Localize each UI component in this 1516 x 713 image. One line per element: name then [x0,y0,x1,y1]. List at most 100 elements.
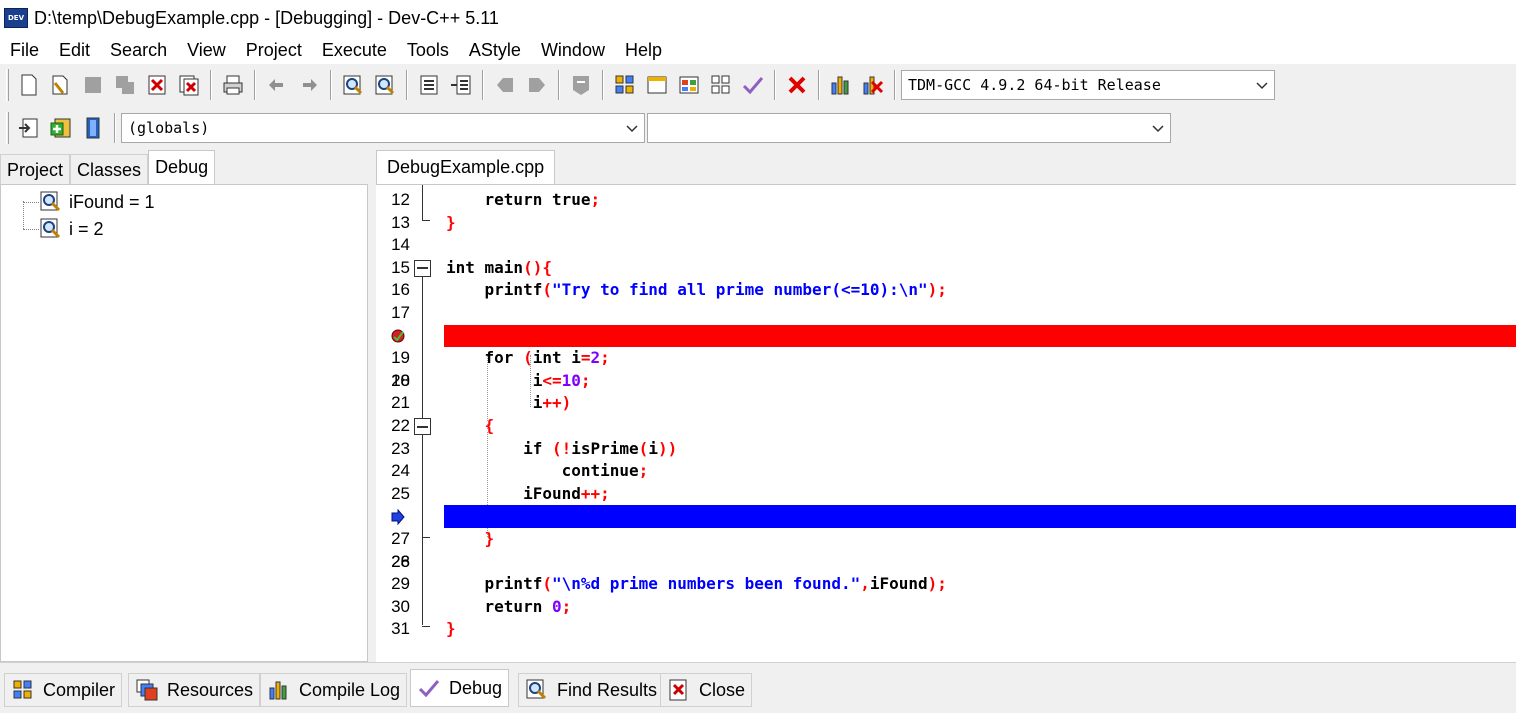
save-all-button[interactable] [110,70,140,100]
code-text: int main(){ [446,257,552,277]
menu-file[interactable]: File [0,36,49,64]
redo-button[interactable] [294,70,324,100]
code-text: i<=10; [446,370,591,390]
print-button[interactable] [218,70,248,100]
line-number: 23 [391,438,410,458]
indent-icon [420,75,438,95]
delete-profile-button[interactable] [858,70,888,100]
tab-close[interactable]: Close [660,673,753,707]
compile-run-button[interactable] [674,70,704,100]
line-number: 14 [391,235,410,255]
menu-project[interactable]: Project [236,36,312,64]
goto-line-button[interactable] [566,70,596,100]
close-all-button[interactable] [174,70,204,100]
line-number: 12 [391,190,410,209]
line-number: 15 [391,257,410,277]
new-file-button[interactable] [14,70,44,100]
code-line: 21 i++) [376,392,1516,415]
open-file-icon [52,75,68,95]
title-bar: DEV D:\temp\DebugExample.cpp - [Debuggin… [0,0,1516,36]
insert-button[interactable] [14,113,44,143]
code-line: 28 [376,551,1516,574]
insert-code-icon [19,118,38,138]
watch-item[interactable]: iFound = 1 [23,189,155,215]
tab-debug-output[interactable]: Debug [410,669,510,707]
find-magnifier-icon [343,75,363,95]
run-button[interactable] [642,70,672,100]
line-number: 30 [391,596,410,616]
goto-line-icon [573,76,589,95]
tab-project[interactable]: Project [0,154,71,184]
indent-button[interactable] [414,70,444,100]
scope-select[interactable]: (globals) [121,113,645,143]
open-file-button[interactable] [46,70,76,100]
bookmark-prev-button[interactable] [490,70,520,100]
menu-bar: File Edit Search View Project Execute To… [0,36,1516,64]
tree-connector [23,228,39,230]
tab-label: Close [699,679,746,700]
toolbar-separator [818,70,820,100]
compiler-select[interactable]: TDM-GCC 4.9.2 64-bit Release [901,70,1275,100]
tab-classes[interactable]: Classes [70,154,149,184]
code-line-breakpoint: 18 int iFound = 0; //发现的质数个数 [376,324,1516,435]
bar-chart-icon [831,76,849,95]
bookmark-next-button[interactable] [522,70,552,100]
bookmark-next-icon [529,78,545,92]
save-button[interactable] [78,70,108,100]
tab-debugexample-cpp[interactable]: DebugExample.cpp [376,150,556,184]
add-to-project-button[interactable] [46,113,76,143]
toolbar-separator [254,70,256,100]
menu-execute[interactable]: Execute [312,36,397,64]
code-line: 31} [376,618,1516,641]
checkmark-icon [742,77,764,95]
menu-view[interactable]: View [177,36,236,64]
devcpp-app-icon[interactable]: DEV [4,8,28,28]
unindent-button[interactable] [446,70,476,100]
tab-label: Resources [167,679,254,700]
toolbar-grip[interactable] [6,69,9,101]
new-file-icon [21,74,37,96]
compile-grid-icon [615,75,634,94]
close-sheet-icon [669,679,687,701]
menu-search[interactable]: Search [100,36,177,64]
tab-find-results[interactable]: Find Results [518,673,665,707]
tab-resources[interactable]: Resources [128,673,261,707]
toolbar-separator [894,70,896,100]
close-file-button[interactable] [142,70,172,100]
tab-debug[interactable]: Debug [148,150,216,184]
undo-button[interactable] [262,70,292,100]
tab-compile-log[interactable]: Compile Log [260,673,408,707]
code-line: 22 { [376,415,1516,438]
code-editor[interactable]: 12 return true; 13} 14 15 int main(){ 16 … [376,184,1516,662]
rebuild-button[interactable] [706,70,736,100]
fold-collapse-icon[interactable] [414,259,431,277]
profile-button[interactable] [826,70,856,100]
compile-button[interactable] [610,70,640,100]
menu-astyle[interactable]: AStyle [459,36,531,64]
toolbar-grip[interactable] [6,112,9,144]
tab-label: Compile Log [299,679,401,700]
execution-arrow-icon [391,509,405,526]
line-number: 28 [391,551,410,571]
code-line: 14 [376,234,1516,257]
menu-window[interactable]: Window [531,36,615,64]
tab-compiler[interactable]: Compiler [4,673,123,707]
code-line: 25 iFound++; [376,483,1516,506]
replace-button[interactable] [370,70,400,100]
menu-edit[interactable]: Edit [49,36,100,64]
scope-select-value: (globals) [128,119,210,137]
find-button[interactable] [338,70,368,100]
function-select[interactable] [647,113,1171,143]
stop-execution-button[interactable] [782,70,812,100]
close-file-icon [148,75,166,95]
code-line: 29 printf("\n%d prime numbers been found… [376,573,1516,596]
class-browser-button[interactable] [78,113,108,143]
breakpoint-icon[interactable] [390,328,406,344]
watch-item[interactable]: i = 2 [23,216,104,242]
menu-tools[interactable]: Tools [397,36,459,64]
menu-help[interactable]: Help [615,36,672,64]
syntax-check-button[interactable] [738,70,768,100]
fold-collapse-icon[interactable] [414,418,431,435]
watch-text: i = 2 [69,218,104,239]
compiler-select-value: TDM-GCC 4.9.2 64-bit Release [908,76,1161,94]
